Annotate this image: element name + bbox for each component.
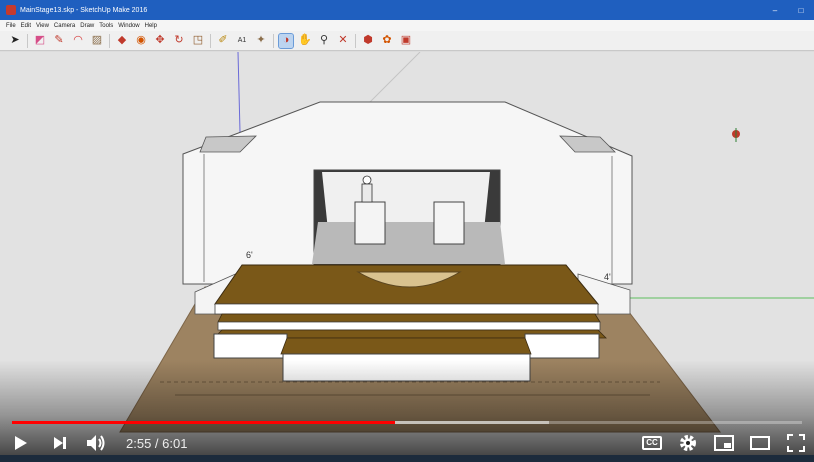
scale-tool[interactable]: ◳ <box>191 34 205 48</box>
pan-tool[interactable]: ✋ <box>298 34 312 48</box>
toolbar-separator <box>273 33 274 48</box>
progress-played <box>12 421 395 424</box>
opening-floor <box>312 222 505 264</box>
rotate-tool[interactable]: ↻ <box>172 34 186 48</box>
select-icon: ➤ <box>10 34 20 46</box>
duration: 6:01 <box>162 435 188 451</box>
paint-tool[interactable]: ✦ <box>254 34 268 48</box>
figure-body <box>361 183 373 203</box>
menu-camera[interactable]: Camera <box>54 23 75 29</box>
pencil-icon: ✎ <box>54 34 64 46</box>
time-display: 2:55 / 6:01 <box>126 436 187 451</box>
window-title: MainStage13.skp - SketchUp Make 2016 <box>20 6 148 14</box>
video-player[interactable]: MainStage13.skp - SketchUp Make 2016 – □… <box>0 0 814 462</box>
text-tool[interactable]: A1 <box>235 34 249 48</box>
play-button[interactable] <box>0 428 42 458</box>
warehouse-tool[interactable]: ⬢ <box>361 34 375 48</box>
toolbar-separator <box>27 33 28 48</box>
captions-button[interactable]: CC <box>634 428 670 458</box>
volume-button[interactable] <box>78 428 114 458</box>
zoom-tool[interactable]: ⚲ <box>317 34 331 48</box>
components-tool[interactable]: ▣ <box>399 34 413 48</box>
window-titlebar: MainStage13.skp - SketchUp Make 2016 – □ <box>0 0 814 20</box>
rectangle-tool[interactable]: ▨ <box>90 34 104 48</box>
settings-button[interactable] <box>670 428 706 458</box>
paint-icon: ✦ <box>256 34 266 46</box>
progress-bar[interactable] <box>12 421 802 424</box>
front-step-top <box>280 337 532 355</box>
menu-window[interactable]: Window <box>118 23 139 29</box>
minimize-button[interactable]: – <box>762 6 788 15</box>
next-icon <box>54 437 66 449</box>
rectangle-icon: ▨ <box>91 34 103 46</box>
components-icon: ▣ <box>400 34 412 46</box>
tapemeasure-icon: ✐ <box>218 34 228 46</box>
fullscreen-icon <box>787 434 805 452</box>
extension-tool[interactable]: ✿ <box>380 34 394 48</box>
miniplayer-icon <box>714 435 734 451</box>
volume-icon <box>87 435 105 451</box>
figure-head <box>362 175 372 185</box>
zoomextents-icon: ✕ <box>338 34 348 46</box>
current-time: 2:55 <box>126 435 152 451</box>
followme-icon: ◉ <box>136 34 146 46</box>
stage-edge-2 <box>217 321 601 331</box>
scale-icon: ◳ <box>192 34 204 46</box>
warehouse-icon: ⬢ <box>363 34 373 46</box>
move-icon: ✥ <box>155 34 165 46</box>
tapemeasure-tool[interactable]: ✐ <box>216 34 230 48</box>
menu-help[interactable]: Help <box>145 23 157 29</box>
menu-file[interactable]: File <box>6 23 16 29</box>
cc-label: CC <box>642 436 662 450</box>
lectern-left <box>354 201 386 245</box>
sketchup-toolbar: ➤ ◩ ✎ ◠ ▨ ◆ ◉ ✥ ↻ ◳ ✐ A1 ✦ ◑ ✋ ⚲ ✕ ⬢ ✿ ▣ <box>0 31 814 51</box>
theater-mode-icon <box>750 436 770 450</box>
next-button[interactable] <box>42 428 78 458</box>
menu-edit[interactable]: Edit <box>21 23 31 29</box>
stage-edge-1 <box>214 303 599 315</box>
extension-icon: ✿ <box>382 34 392 46</box>
move-tool[interactable]: ✥ <box>153 34 167 48</box>
select-tool[interactable]: ➤ <box>8 34 22 48</box>
toolbar-separator <box>109 33 110 48</box>
orbit-icon: ◑ <box>282 34 290 46</box>
followme-tool[interactable]: ◉ <box>134 34 148 48</box>
arc-icon: ◠ <box>73 34 83 46</box>
play-icon <box>15 436 27 450</box>
text-icon: A1 <box>237 37 247 44</box>
miniplayer-button[interactable] <box>706 428 742 458</box>
pushpull-tool[interactable]: ◆ <box>115 34 129 48</box>
toolbar-separator <box>355 33 356 48</box>
menu-draw[interactable]: Draw <box>80 23 94 29</box>
pushpull-icon: ◆ <box>117 34 127 46</box>
windows-taskbar <box>0 455 814 462</box>
fullscreen-button[interactable] <box>778 428 814 458</box>
lectern-right <box>433 201 465 245</box>
arc-tool[interactable]: ◠ <box>71 34 85 48</box>
toolbar-separator <box>210 33 211 48</box>
sketchup-app-icon <box>6 5 16 15</box>
eraser-tool[interactable]: ◩ <box>33 34 47 48</box>
player-controls: 2:55 / 6:01 CC <box>0 428 814 458</box>
zoomextents-tool[interactable]: ✕ <box>336 34 350 48</box>
rotate-icon: ↻ <box>174 34 184 46</box>
front-block-left <box>213 333 288 359</box>
maximize-button[interactable]: □ <box>788 6 814 15</box>
front-block-right <box>524 333 600 359</box>
menu-tools[interactable]: Tools <box>99 23 113 29</box>
dimension-label-6ft: 6' <box>246 250 253 260</box>
orbit-tool[interactable]: ◑ <box>278 32 294 49</box>
menu-bar: File Edit View Camera Draw Tools Window … <box>0 20 814 31</box>
pan-icon: ✋ <box>298 34 312 46</box>
pencil-tool[interactable]: ✎ <box>52 34 66 48</box>
time-separator: / <box>151 435 163 451</box>
eraser-icon: ◩ <box>34 34 46 46</box>
menu-view[interactable]: View <box>36 23 49 29</box>
gear-icon <box>680 435 696 451</box>
zoom-icon: ⚲ <box>319 34 329 46</box>
dimension-label-4ft: 4' <box>604 272 611 282</box>
stage-step-1 <box>217 313 601 323</box>
theater-mode-button[interactable] <box>742 428 778 458</box>
